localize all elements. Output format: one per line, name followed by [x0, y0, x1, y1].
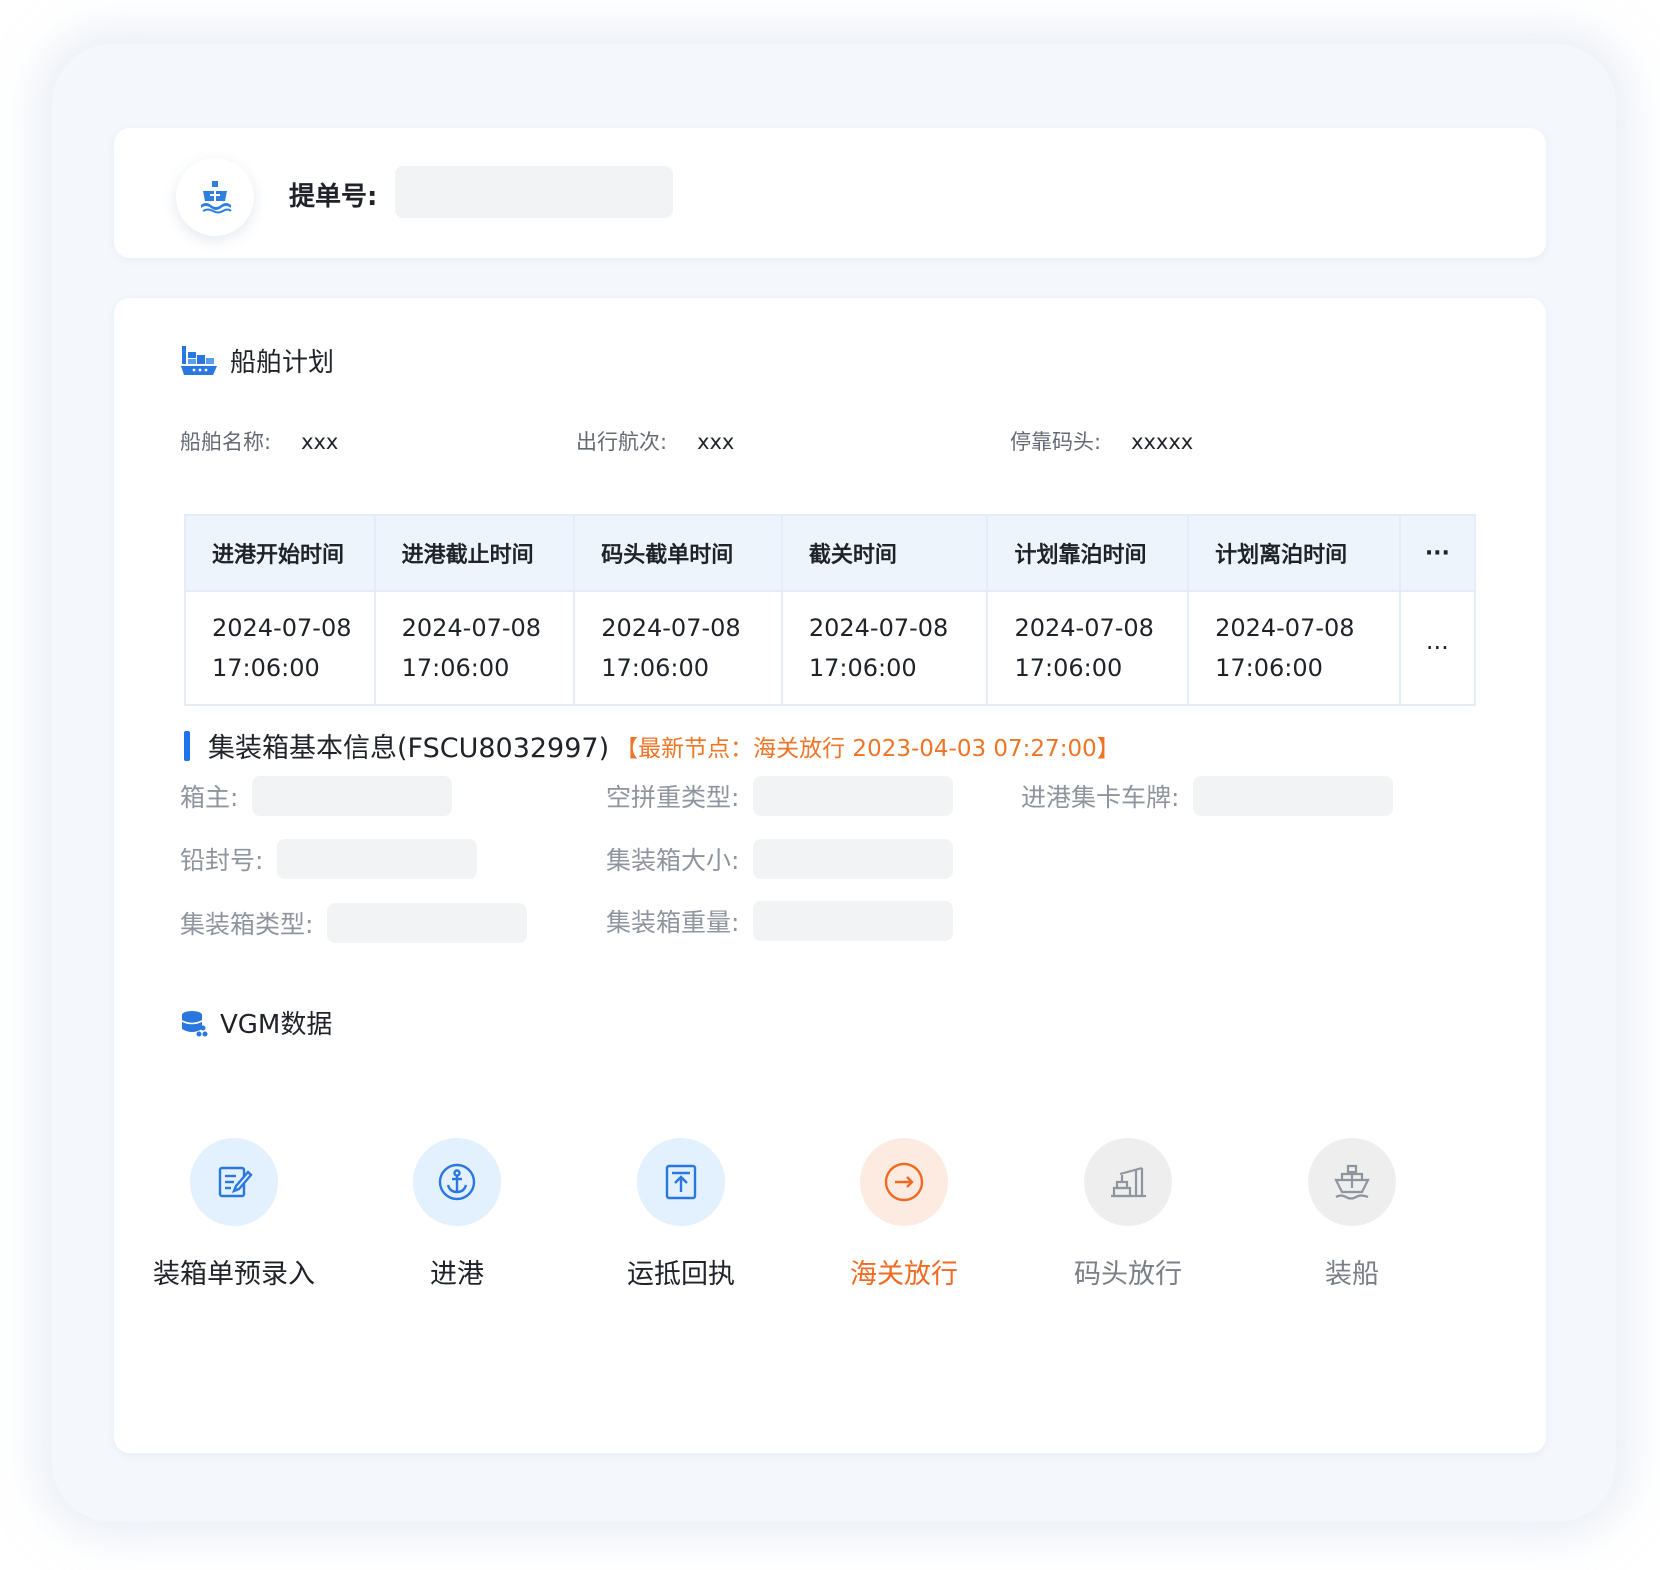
step-label: 进港: [430, 1259, 484, 1290]
seal-no-label: 铅封号:: [180, 846, 264, 875]
container-type-field: 集装箱类型:: [180, 903, 528, 943]
berth-value: xxxxx: [1131, 430, 1194, 454]
voyage-field: 出行航次: xxx: [576, 426, 734, 456]
step-label: 海关放行: [850, 1259, 958, 1290]
berth-label: 停靠码头:: [1010, 430, 1102, 454]
cell-date: 2024-07-08: [1014, 614, 1154, 642]
bill-number-label: 提单号:: [289, 182, 378, 212]
latest-node-badge: 【最新节点：海关放行 2023-04-03 07:27:00】: [615, 735, 1120, 762]
step-packing-list[interactable]: 装箱单预录入: [114, 1138, 354, 1291]
container-weight-field: 集装箱重量:: [606, 901, 954, 941]
ship-schedule-table: 进港开始时间 进港截止时间 码头截单时间 截关时间 计划靠泊时间 计划离泊时间 …: [184, 514, 1477, 706]
cell-date: 2024-07-08: [212, 614, 352, 642]
database-icon: [180, 1009, 208, 1037]
step-label: 码头放行: [1074, 1259, 1182, 1290]
step-label: 装船: [1325, 1259, 1379, 1290]
table-cell: 2024-07-08 17:06:00: [373, 590, 576, 706]
empty-type-value-box: [753, 776, 954, 816]
bill-search-card: 提单号:: [114, 128, 1546, 258]
truck-plate-label: 进港集卡车牌:: [1021, 783, 1180, 812]
container-weight-label: 集装箱重量:: [606, 908, 740, 937]
table-header-row: 进港开始时间 进港截止时间 码头截单时间 截关时间 计划靠泊时间 计划离泊时间 …: [184, 514, 1477, 592]
container-type-label: 集装箱类型:: [180, 910, 314, 939]
edit-document-icon: [190, 1138, 278, 1226]
voyage-label: 出行航次:: [576, 430, 668, 454]
ship-name-label: 船舶名称:: [180, 430, 272, 454]
table-cell: 2024-07-08 17:06:00: [1187, 590, 1401, 706]
table-cell: 2024-07-08 17:06:00: [986, 590, 1190, 706]
empty-type-label: 空拼重类型:: [606, 783, 740, 812]
table-cell: 2024-07-08 17:06:00: [184, 590, 376, 706]
container-type-value-box: [327, 903, 528, 943]
table-cell: 2024-07-08 17:06:00: [780, 590, 989, 706]
truck-plate-value-box: [1193, 776, 1394, 816]
owner-label: 箱主:: [180, 783, 239, 812]
column-header: 计划离泊时间: [1187, 514, 1401, 592]
ship-plan-title: 船舶计划: [230, 348, 335, 378]
step-loading[interactable]: 装船: [1232, 1138, 1472, 1291]
container-info-header: 集装箱基本信息(FSCU8032997) 【最新节点：海关放行 2023-04-…: [184, 726, 1120, 765]
vgm-title: VGM数据: [220, 1010, 333, 1040]
step-terminal-release[interactable]: 码头放行: [1008, 1138, 1248, 1291]
detail-card: 船舶计划 船舶名称: xxx 出行航次: xxx 停靠码头: xxxxx 进港开始时间…: [114, 298, 1546, 1453]
cell-time: 17:06:00: [1014, 654, 1123, 682]
truck-plate-field: 进港集卡车牌:: [1021, 776, 1394, 816]
more-columns-button[interactable]: ···: [1398, 514, 1477, 592]
column-header: 进港开始时间: [184, 514, 376, 592]
upload-receipt-icon: [637, 1138, 725, 1226]
progress-steps: 装箱单预录入 进港 运抵回执 海关放行 码头放行 装船: [114, 1138, 1546, 1298]
empty-type-field: 空拼重类型:: [606, 776, 954, 816]
cell-time: 17:06:00: [1215, 654, 1323, 682]
cell-date: 2024-07-08: [601, 614, 741, 642]
ship-logo-icon: [176, 158, 254, 236]
ship-name-value: xxx: [301, 430, 339, 454]
step-label: 装箱单预录入: [153, 1259, 315, 1290]
owner-value-box: [252, 776, 453, 816]
step-label: 运抵回执: [627, 1259, 735, 1290]
row-more-button[interactable]: ···: [1398, 590, 1477, 706]
anchor-icon: [413, 1138, 501, 1226]
container-size-value-box: [753, 839, 954, 879]
cell-date: 2024-07-08: [808, 614, 949, 642]
step-customs-release[interactable]: 海关放行: [784, 1138, 1024, 1291]
ship-plan-header: 船舶计划: [180, 342, 334, 379]
column-header: 进港截止时间: [373, 514, 576, 592]
cell-time: 17:06:00: [212, 654, 320, 682]
column-header: 码头截单时间: [573, 514, 783, 592]
container-size-field: 集装箱大小:: [606, 839, 954, 879]
ship-icon: [1308, 1138, 1396, 1226]
section-accent-bar: [184, 730, 190, 761]
step-arrival-receipt[interactable]: 运抵回执: [561, 1138, 801, 1291]
cell-date: 2024-07-08: [401, 614, 542, 642]
owner-field: 箱主:: [180, 776, 453, 816]
column-header: 截关时间: [780, 514, 989, 592]
column-header: 计划靠泊时间: [986, 514, 1190, 592]
container-size-label: 集装箱大小:: [606, 846, 740, 875]
cell-time: 17:06:00: [601, 654, 709, 682]
container-weight-value-box: [753, 901, 954, 941]
seal-no-value-box: [277, 839, 478, 879]
cargo-ship-icon: [180, 344, 218, 378]
step-gate-in[interactable]: 进港: [337, 1138, 577, 1291]
ship-name-field: 船舶名称: xxx: [180, 426, 338, 456]
arrow-right-circle-icon: [860, 1138, 948, 1226]
bill-number-input[interactable]: [395, 166, 673, 218]
table-cell: 2024-07-08 17:06:00: [573, 590, 783, 706]
voyage-value: xxx: [697, 430, 735, 454]
cell-time: 17:06:00: [401, 654, 510, 682]
container-info-title: 集装箱基本信息(FSCU8032997): [208, 733, 610, 764]
cell-time: 17:06:00: [808, 654, 917, 682]
crane-icon: [1084, 1138, 1172, 1226]
cell-date: 2024-07-08: [1215, 614, 1355, 642]
berth-field: 停靠码头: xxxxx: [1010, 426, 1193, 456]
seal-no-field: 铅封号:: [180, 839, 478, 879]
table-row: 2024-07-08 17:06:00 2024-07-08 17:06:00 20…: [184, 590, 1477, 706]
vgm-header: VGM数据: [180, 1004, 332, 1041]
